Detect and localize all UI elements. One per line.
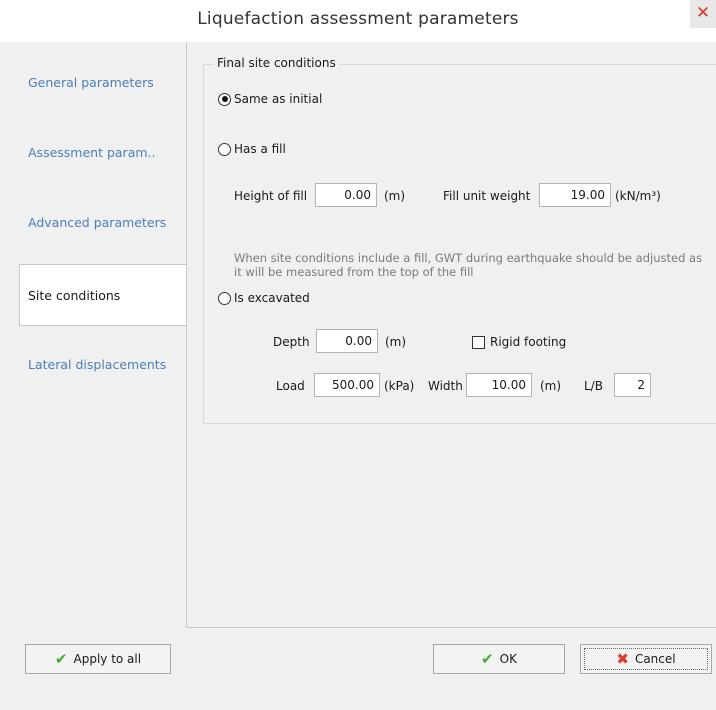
window-title: Liquefaction assessment parameters bbox=[197, 9, 519, 29]
final-site-conditions-group: Final site conditions Same as initial Ha… bbox=[203, 56, 716, 424]
depth-unit-label: (m) bbox=[385, 335, 407, 349]
title-bar: Liquefaction assessment parameters ✕ bbox=[0, 0, 716, 42]
fill-unit-weight-input[interactable]: 19.00 bbox=[539, 183, 611, 207]
depth-label: Depth bbox=[273, 335, 310, 349]
check-icon: ✔ bbox=[54, 650, 68, 668]
radio-indicator bbox=[218, 142, 231, 156]
dialog-footer: ✔ Apply to all ✔ OK ✖ Cancel bbox=[0, 628, 716, 710]
fill-note: When site conditions include a fill, GWT… bbox=[234, 251, 703, 279]
rigid-footing-label: Rigid footing bbox=[490, 335, 567, 349]
radio-indicator bbox=[218, 92, 231, 106]
sidebar-item-lateral-displacements[interactable]: Lateral displacements bbox=[20, 334, 186, 396]
radio-same-as-initial[interactable]: Same as initial bbox=[218, 92, 322, 106]
cancel-button[interactable]: ✖ Cancel bbox=[580, 644, 712, 674]
load-label: Load bbox=[276, 379, 305, 393]
checkbox-indicator bbox=[472, 335, 485, 349]
radio-label: Same as initial bbox=[234, 92, 323, 106]
ok-button[interactable]: ✔ OK bbox=[433, 644, 565, 674]
settings-panel: Final site conditions Same as initial Ha… bbox=[186, 42, 716, 628]
check-icon: ✔ bbox=[481, 650, 494, 668]
apply-to-all-label: Apply to all bbox=[73, 652, 142, 666]
apply-to-all-button[interactable]: ✔ Apply to all bbox=[25, 644, 171, 674]
lb-input[interactable]: 2 bbox=[614, 373, 651, 397]
sidebar-item-advanced-parameters[interactable]: Advanced parameters bbox=[20, 192, 186, 254]
height-of-fill-input[interactable]: 0.00 bbox=[315, 183, 377, 207]
width-label: Width bbox=[428, 379, 463, 393]
fill-unit-weight-label: Fill unit weight bbox=[443, 189, 531, 203]
lb-label: L/B bbox=[584, 379, 603, 393]
group-title: Final site conditions bbox=[214, 56, 339, 70]
load-unit-label: (kPa) bbox=[384, 379, 415, 393]
ok-label: OK bbox=[499, 652, 517, 666]
rigid-footing-checkbox[interactable]: Rigid footing bbox=[472, 335, 566, 349]
sidebar-item-assessment-param[interactable]: Assessment param.. bbox=[20, 122, 186, 184]
width-unit-label: (m) bbox=[540, 379, 562, 393]
fill-weight-unit-label: (kN/m³) bbox=[615, 189, 661, 203]
close-icon: ✕ bbox=[695, 3, 711, 23]
close-button[interactable]: ✕ bbox=[690, 0, 716, 28]
sidebar-item-site-conditions[interactable]: Site conditions bbox=[19, 264, 187, 326]
width-input[interactable]: 10.00 bbox=[466, 373, 532, 397]
radio-is-excavated[interactable]: Is excavated bbox=[218, 291, 310, 305]
radio-label: Is excavated bbox=[234, 291, 310, 305]
sidebar: General parameters Assessment param.. Ad… bbox=[0, 42, 187, 628]
radio-indicator bbox=[218, 291, 231, 305]
radio-label: Has a fill bbox=[234, 142, 286, 156]
height-of-fill-label: Height of fill bbox=[234, 189, 308, 203]
depth-input[interactable]: 0.00 bbox=[316, 329, 378, 353]
height-unit-label: (m) bbox=[384, 189, 406, 203]
dialog-body: General parameters Assessment param.. Ad… bbox=[0, 42, 716, 710]
load-input[interactable]: 500.00 bbox=[314, 373, 380, 397]
radio-has-fill[interactable]: Has a fill bbox=[218, 142, 286, 156]
cross-icon: ✖ bbox=[616, 650, 629, 668]
cancel-label: Cancel bbox=[634, 652, 676, 666]
sidebar-item-general-parameters[interactable]: General parameters bbox=[20, 52, 186, 114]
